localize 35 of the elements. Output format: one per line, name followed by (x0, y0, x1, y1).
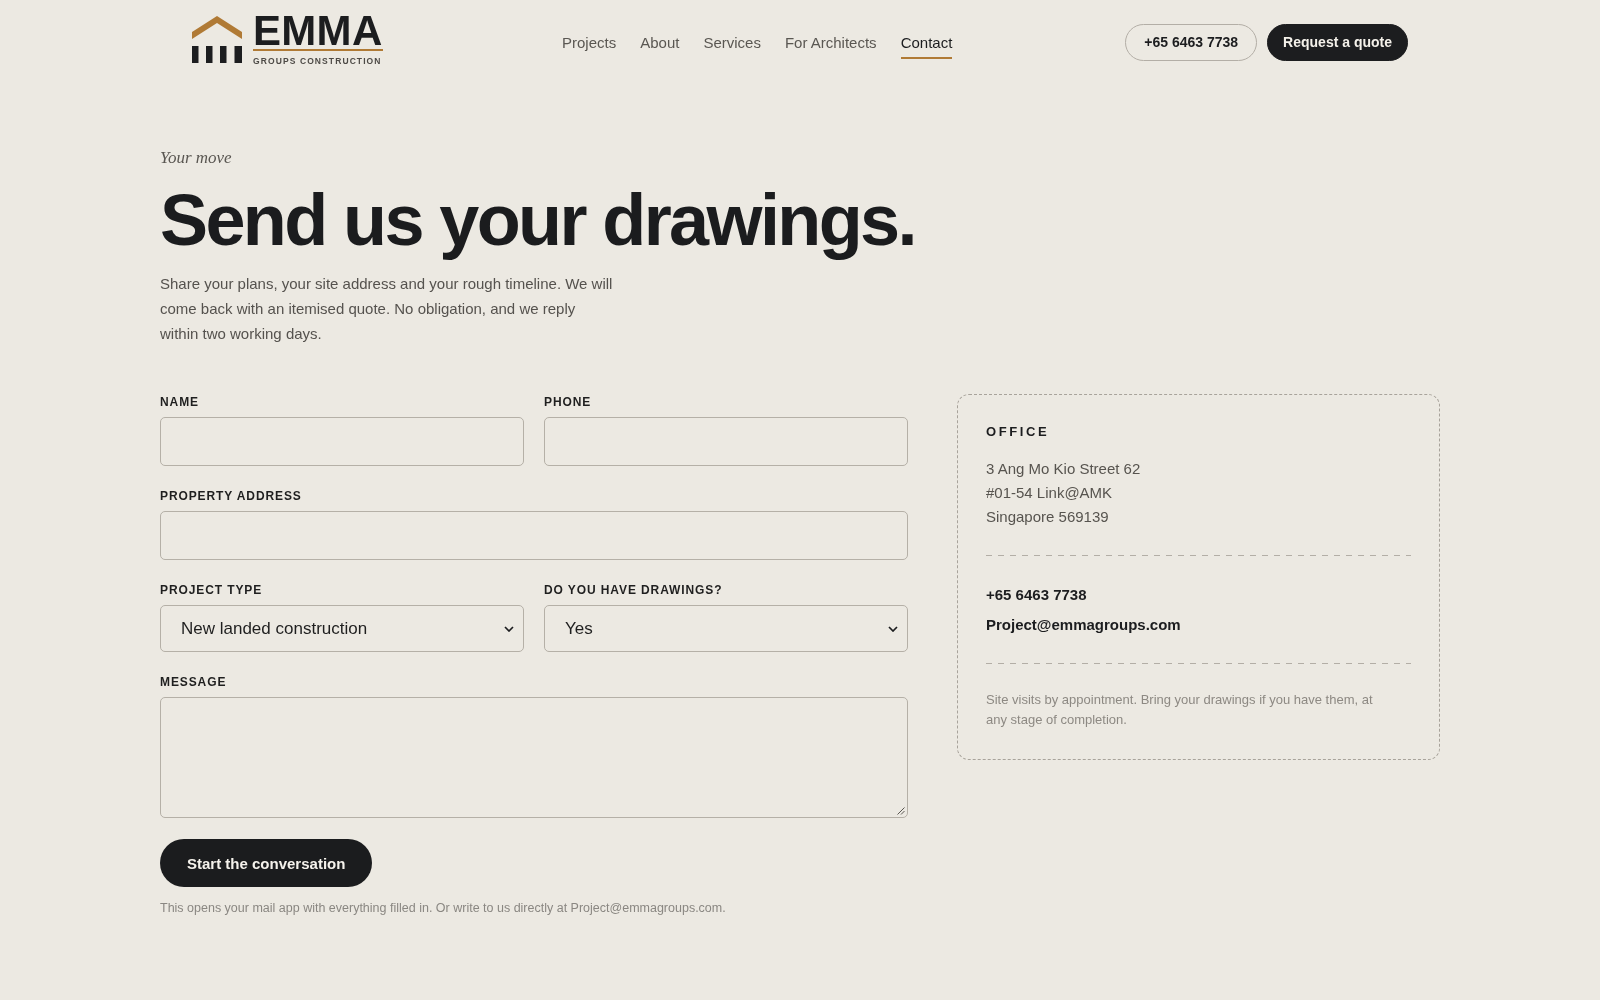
nav-link[interactable]: Contact (900, 25, 953, 59)
eyebrow-text: Your move (160, 147, 232, 169)
resize-grip-icon[interactable] (897, 807, 905, 815)
address-line: 3 Ang Mo Kio Street 62 (986, 459, 1141, 479)
dropdown-field[interactable]: Yes (544, 605, 908, 652)
house-logo-icon (192, 16, 242, 63)
email-link[interactable]: Project@emmagroups.com (986, 613, 1181, 637)
chevron-icon (888, 625, 898, 632)
nav-link[interactable]: Services (703, 25, 761, 59)
logo-wordmark: EMMA (253, 13, 383, 49)
form-note: This opens your mail app with everything filled in. Or write to us directly at Project@emmagroups.com. (160, 900, 726, 917)
chevron-icon (504, 625, 514, 632)
submit-button[interactable]: Start the conversation (160, 839, 373, 887)
message-field[interactable] (160, 697, 908, 818)
nav-link[interactable]: About (640, 25, 680, 59)
field-label: PROJECT TYPE (160, 582, 263, 598)
nav-link[interactable]: For Architects (784, 25, 877, 59)
card-note: Site visits by appointment. Bring your drawings if you have them, at any stage of completion. (986, 691, 1374, 729)
phone-link[interactable]: +65 6463 7738 (986, 583, 1087, 607)
field-label: DO YOU HAVE DRAWINGS? (544, 582, 723, 598)
input-field[interactable] (160, 511, 908, 560)
card-heading: OFFICE (986, 424, 1050, 440)
field-label: PROPERTY ADDRESS (160, 488, 302, 504)
address-line: Singapore 569139 (986, 507, 1109, 527)
nav-link[interactable]: Projects (562, 25, 617, 59)
logo-tagline: GROUPS CONSTRUCTION (253, 56, 383, 66)
dropdown-field[interactable]: New landed construction (160, 605, 524, 652)
field-label: PHONE (544, 394, 592, 410)
field-label: NAME (160, 394, 199, 410)
field-label: MESSAGE (160, 674, 227, 690)
input-field[interactable] (160, 417, 524, 466)
address-line: #01-54 Link@AMK (986, 483, 1113, 503)
input-field[interactable] (544, 417, 908, 466)
intro-paragraph: Share your plans, your site address and your rough timeline. We will come back with an itemised quote. No obligation, and we reply within two working days. (160, 274, 614, 344)
request-quote-button[interactable]: Request a quote (1267, 23, 1408, 61)
